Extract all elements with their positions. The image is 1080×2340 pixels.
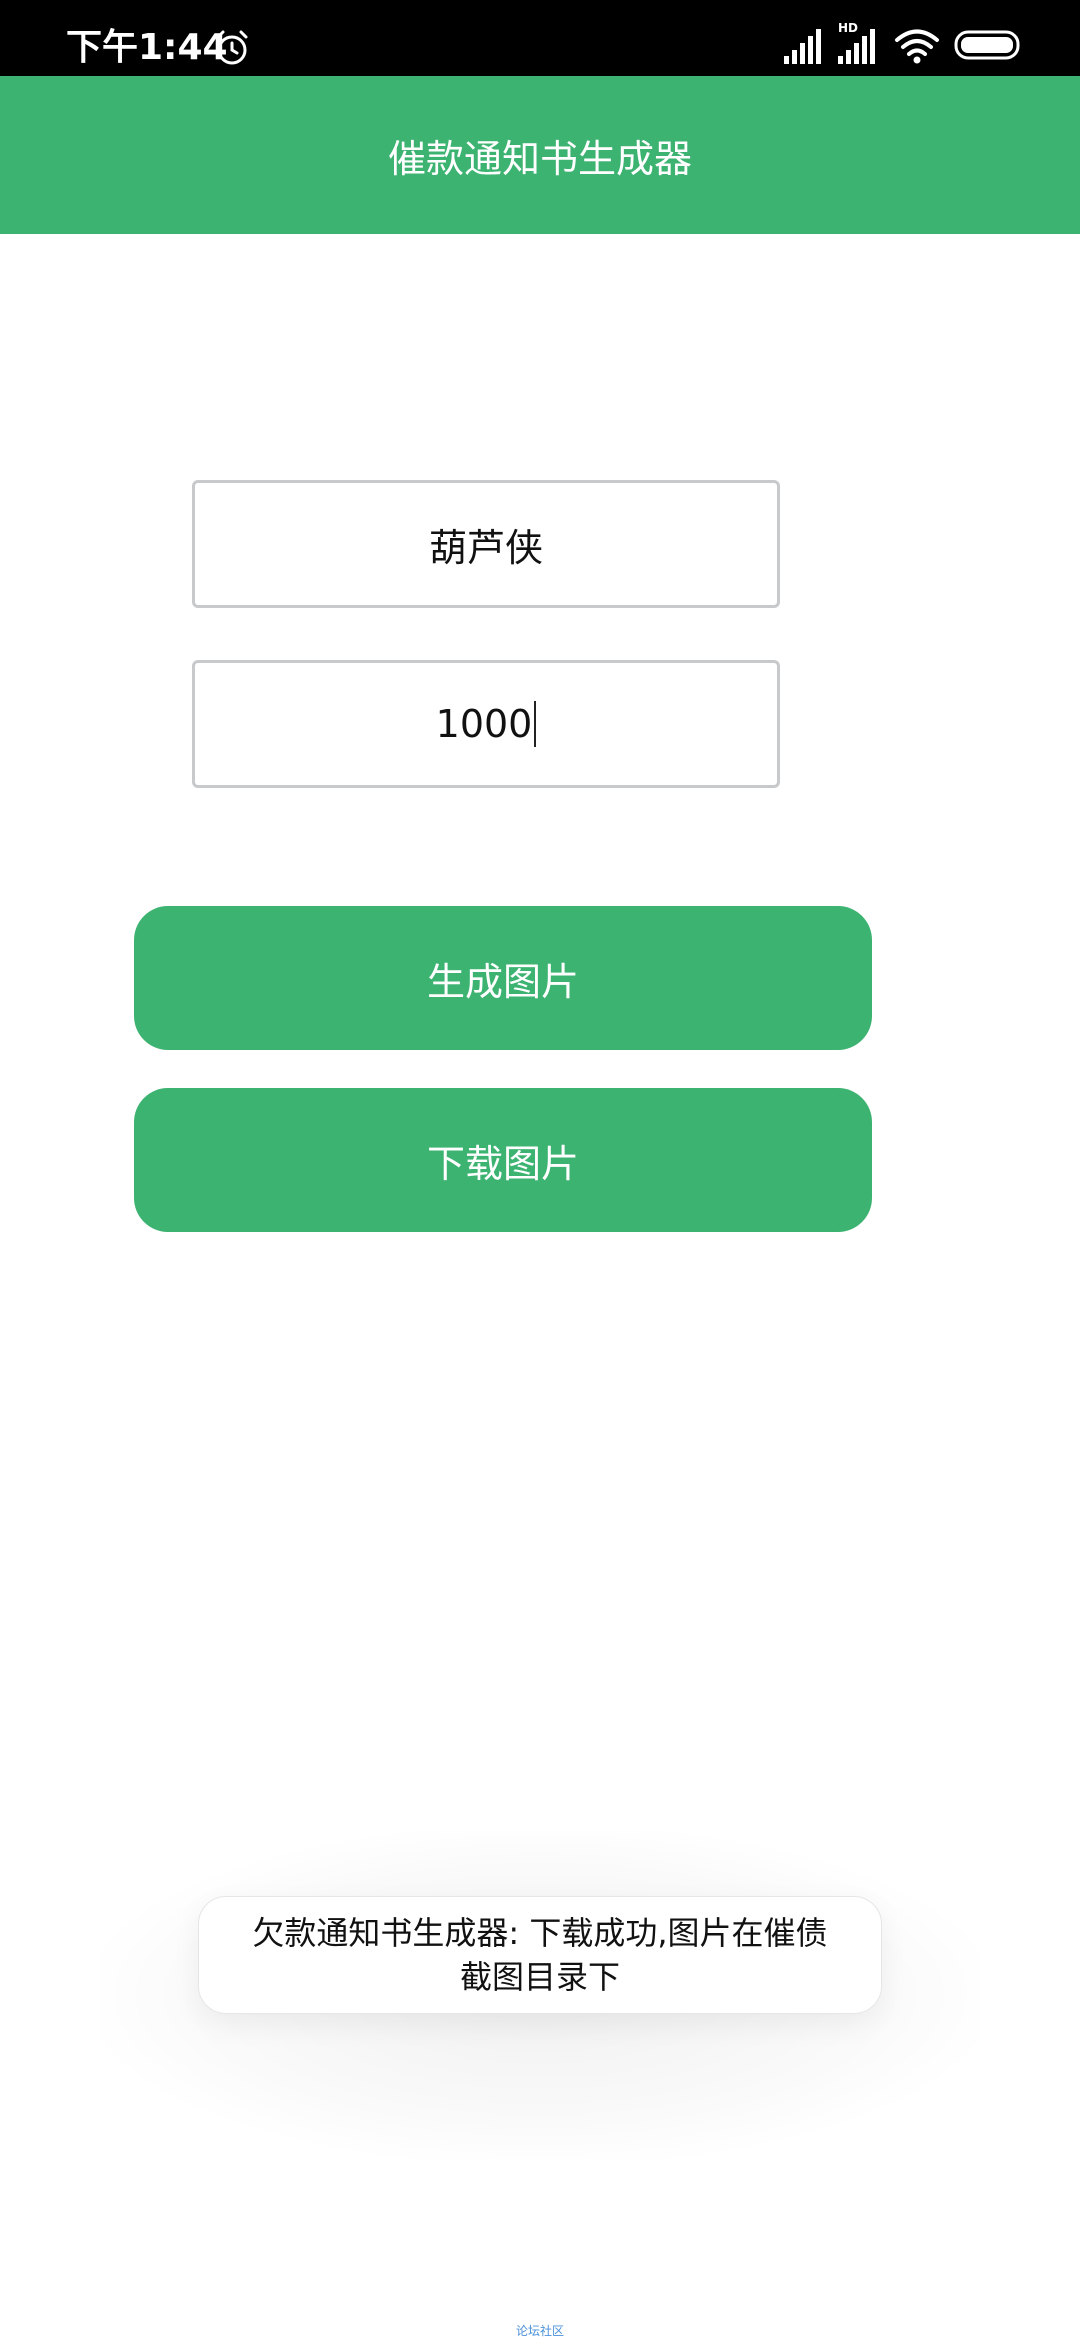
watermark: 论坛社区 bbox=[515, 2324, 564, 2338]
toast-text: 欠款通知书生成器: 下载成功,图片在催债截图目录下 bbox=[252, 1914, 828, 1996]
amount-input-value: 1000 bbox=[435, 702, 533, 746]
text-cursor bbox=[534, 701, 537, 747]
wifi-icon bbox=[895, 29, 939, 64]
download-image-label: 下载图片 bbox=[426, 1141, 579, 1186]
battery-icon bbox=[954, 30, 1020, 60]
app-title: 催款通知书生成器 bbox=[387, 136, 692, 181]
name-input[interactable]: 葫芦侠 bbox=[192, 480, 780, 608]
svg-text:HD: HD bbox=[838, 21, 858, 35]
generate-image-label: 生成图片 bbox=[426, 959, 579, 1004]
app-screen: 下午1:44 HD 催款通知书生成器 葫芦侠 1000 生成图片 下载图片 欠款… bbox=[0, 0, 1080, 2340]
name-input-value: 葫芦侠 bbox=[428, 525, 543, 570]
hd-signal-icon: HD bbox=[838, 21, 875, 64]
download-image-button[interactable]: 下载图片 bbox=[134, 1088, 872, 1232]
signal-icon bbox=[784, 29, 821, 64]
amount-input[interactable]: 1000 bbox=[192, 660, 780, 788]
generate-image-button[interactable]: 生成图片 bbox=[134, 906, 872, 1050]
toast-message: 欠款通知书生成器: 下载成功,图片在催债截图目录下 bbox=[198, 1896, 882, 2014]
status-time: 下午1:44 bbox=[66, 27, 228, 68]
status-bar: 下午1:44 HD bbox=[0, 0, 1080, 76]
app-bar: 催款通知书生成器 bbox=[0, 76, 1080, 234]
status-icons: HD bbox=[782, 21, 1024, 66]
alarm-icon bbox=[216, 30, 248, 65]
